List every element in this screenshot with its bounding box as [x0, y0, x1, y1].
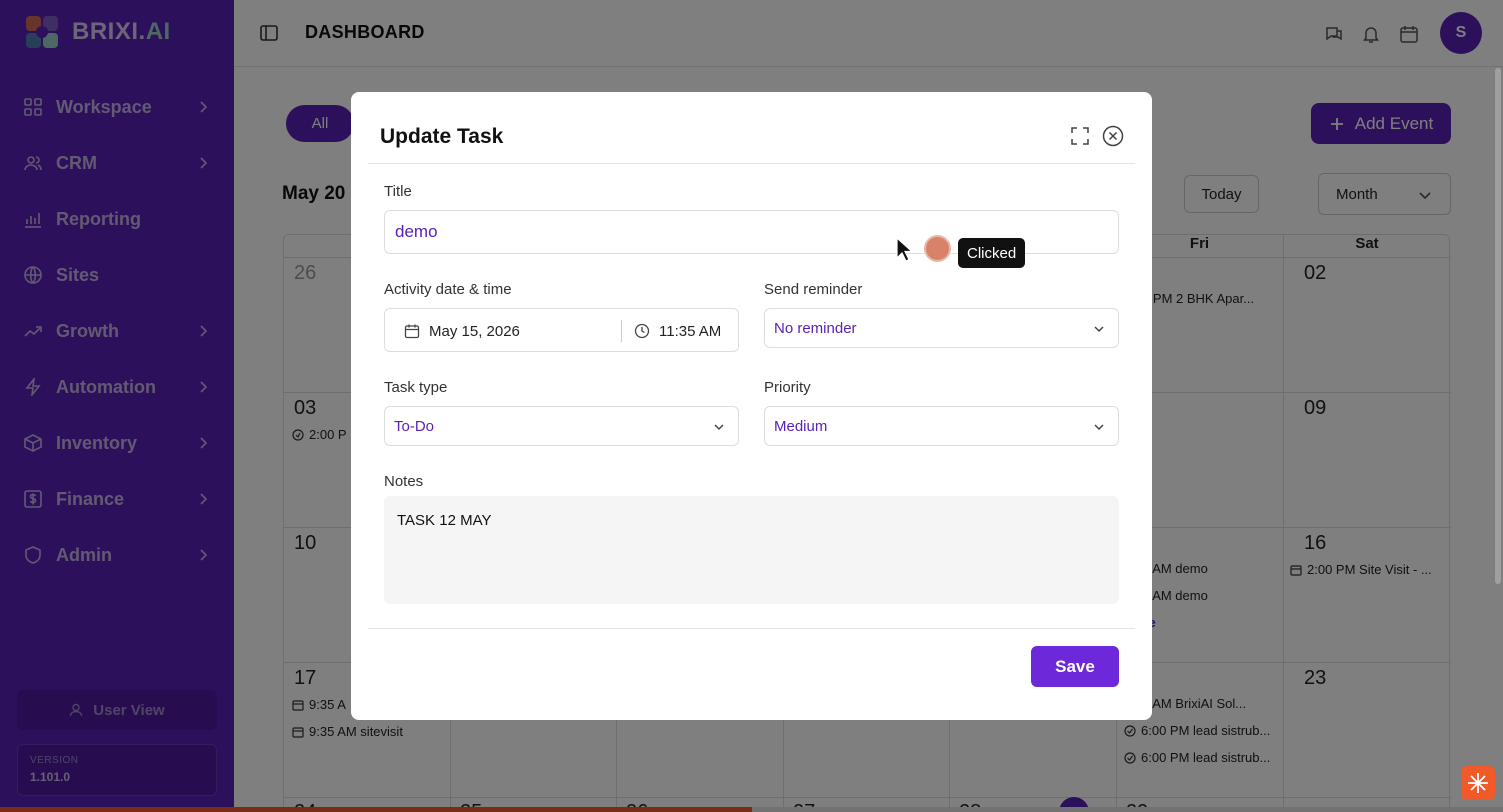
update-task-modal: Update Task Title demo Activity date & t…: [351, 92, 1152, 720]
assistant-widget-button[interactable]: [1461, 766, 1495, 800]
chevron-down-icon: [1094, 424, 1104, 431]
date-value: May 15, 2026: [429, 322, 520, 340]
calendar-icon: [404, 324, 420, 339]
task-type-value: To-Do: [394, 417, 435, 435]
time-value: 11:35 AM: [659, 322, 722, 340]
modal-header-divider: [368, 163, 1135, 164]
page-scrollbar[interactable]: [1495, 68, 1501, 584]
priority-label: Priority: [764, 379, 811, 396]
send-reminder-value: No reminder: [774, 319, 857, 337]
click-tooltip: Clicked: [958, 238, 1026, 268]
modal-footer-divider: [368, 628, 1135, 629]
mouse-cursor-icon: [896, 237, 914, 262]
send-reminder-select[interactable]: No reminder: [764, 308, 1119, 348]
task-type-select[interactable]: To-Do: [384, 406, 739, 446]
expand-icon[interactable]: [1071, 127, 1089, 145]
priority-select[interactable]: Medium: [764, 406, 1119, 446]
task-type-label: Task type: [384, 379, 448, 396]
notes-label: Notes: [384, 473, 424, 490]
chevron-down-icon: [1094, 326, 1104, 333]
sparkle-icon: [1468, 773, 1488, 793]
activity-datetime-field: May 15, 2026 11:35 AM: [384, 308, 739, 352]
date-picker[interactable]: May 15, 2026: [404, 309, 520, 353]
time-picker[interactable]: 11:35 AM: [634, 309, 721, 353]
date-time-divider: [621, 320, 622, 342]
title-label: Title: [384, 183, 412, 200]
send-reminder-label: Send reminder: [764, 281, 863, 298]
priority-value: Medium: [774, 417, 828, 435]
activity-date-label: Activity date & time: [384, 281, 512, 298]
chevron-down-icon: [714, 424, 724, 431]
close-icon[interactable]: [1102, 125, 1124, 147]
clock-icon: [634, 323, 650, 339]
save-button[interactable]: Save: [1031, 646, 1119, 687]
modal-title: Update Task: [380, 125, 504, 148]
click-indicator: [924, 235, 951, 262]
notes-textarea[interactable]: TASK 12 MAY: [384, 496, 1119, 604]
